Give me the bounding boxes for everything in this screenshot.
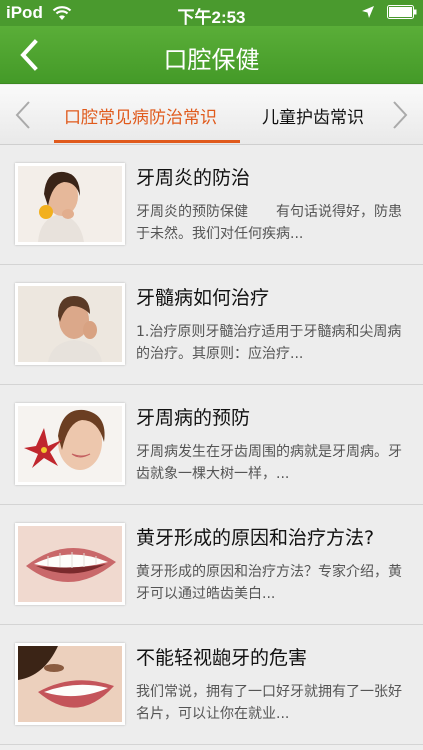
page-title: 口腔保健 — [163, 46, 260, 74]
article-title: 不能轻视龅牙的危害 — [136, 647, 308, 669]
article-thumbnail — [15, 643, 125, 725]
tab-child-dental-care[interactable]: 儿童护齿常识 — [262, 103, 364, 128]
article-summary: 牙周炎的预防保健 有句话说得好，防患于未然。我们对任何疾病... — [136, 204, 402, 242]
status-bar: iPod 下午2:53 — [0, 0, 423, 27]
battery-icon — [387, 5, 417, 19]
article-summary: 1.治疗原则牙髓治疗适用于牙髓病和尖周病的治疗。其原则：应治疗... — [136, 324, 402, 362]
article-list: 牙周炎的防治 牙周炎的预防保健 有句话说得好，防患于未然。我们对任何疾病... … — [0, 145, 423, 745]
article-thumbnail — [15, 403, 125, 485]
tab-scroll-left-button[interactable] — [8, 97, 38, 133]
article-thumbnail — [15, 163, 125, 245]
list-item[interactable]: 牙周病的预防 牙周病发生在牙齿周围的病就是牙周病。牙齿就象一棵大树一样，... — [0, 385, 423, 505]
navigation-bar: 口腔保健 — [0, 26, 423, 84]
article-title: 牙周炎的防治 — [136, 167, 251, 189]
tab-oral-disease-prevention[interactable]: 口腔常见病防治常识 — [64, 103, 217, 128]
article-title: 牙髓病如何治疗 — [136, 287, 270, 309]
location-arrow-icon — [362, 6, 374, 18]
chevron-left-icon — [15, 101, 30, 129]
status-time: 下午2:53 — [177, 8, 246, 27]
article-summary: 我们常说，拥有了一口好牙就拥有了一张好名片，可以让你在就业... — [136, 684, 402, 722]
article-summary: 牙周病发生在牙齿周围的病就是牙周病。牙齿就象一棵大树一样，... — [136, 444, 402, 482]
list-item[interactable]: 牙髓病如何治疗 1.治疗原则牙髓治疗适用于牙髓病和尖周病的治疗。其原则：应治疗.… — [0, 265, 423, 385]
chevron-right-icon — [393, 101, 408, 129]
article-thumbnail — [15, 283, 125, 365]
article-title: 牙周病的预防 — [136, 407, 251, 429]
list-item[interactable]: 牙周炎的防治 牙周炎的预防保健 有句话说得好，防患于未然。我们对任何疾病... — [0, 145, 423, 265]
list-item[interactable]: 黄牙形成的原因和治疗方法? 黄牙形成的原因和治疗方法？专家介绍，黄牙可以通过皓齿… — [0, 505, 423, 625]
article-thumbnail — [15, 523, 125, 605]
category-tab-bar: 口腔常见病防治常识 儿童护齿常识 — [0, 85, 423, 145]
article-summary: 黄牙形成的原因和治疗方法？专家介绍，黄牙可以通过皓齿美白... — [136, 564, 402, 602]
tab-scroll-right-button[interactable] — [385, 97, 415, 133]
list-item[interactable]: 不能轻视龅牙的危害 我们常说，拥有了一口好牙就拥有了一张好名片，可以让你在就业.… — [0, 625, 423, 745]
active-tab-indicator — [54, 140, 240, 143]
article-title: 黄牙形成的原因和治疗方法? — [136, 527, 375, 549]
